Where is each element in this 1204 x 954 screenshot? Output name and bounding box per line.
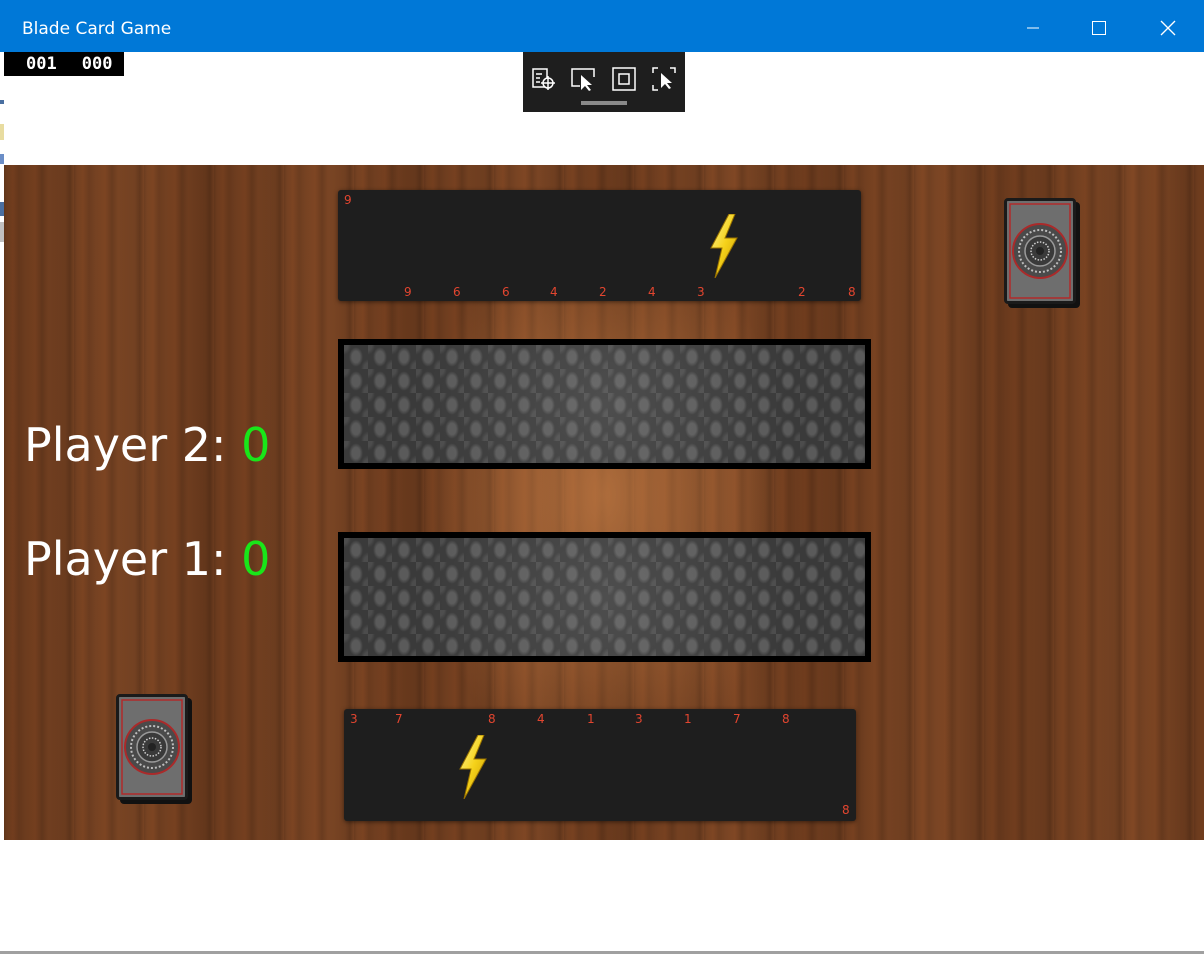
opponent-card[interactable]: 4	[550, 285, 558, 299]
live-visual-tree-button[interactable]	[529, 64, 559, 94]
player-hand[interactable]: 3 7 8 4 1 3 1 7 8 8	[344, 709, 856, 821]
opponent-card[interactable]: 3	[697, 285, 705, 299]
player-deck[interactable]	[116, 694, 192, 804]
display-layout-adorners-icon	[612, 67, 636, 91]
close-button[interactable]	[1135, 4, 1201, 52]
debug-toolbar[interactable]	[523, 52, 685, 112]
mandala-icon	[119, 697, 185, 797]
mandala-icon	[1007, 201, 1073, 301]
opponent-hand-corner-label: 9	[344, 193, 352, 207]
minimize-icon	[1027, 27, 1039, 29]
opponent-field-pattern	[344, 345, 865, 463]
lightning-bolt-icon[interactable]	[456, 735, 490, 799]
player2-score-value: 0	[241, 418, 271, 472]
track-focused-element-button[interactable]	[649, 64, 679, 94]
opponent-card[interactable]: 6	[502, 285, 510, 299]
toolbar-grip[interactable]	[581, 101, 627, 105]
select-element-icon	[571, 68, 595, 91]
select-element-button[interactable]	[568, 64, 598, 94]
player-card[interactable]: 1	[684, 712, 692, 726]
opponent-card[interactable]: 2	[599, 285, 607, 299]
player2-score: Player 2: 0	[24, 417, 270, 473]
player-field-pattern	[344, 538, 865, 656]
player-card[interactable]: 4	[537, 712, 545, 726]
opponent-deck[interactable]	[1004, 198, 1080, 308]
player1-score: Player 1: 0	[24, 531, 270, 587]
player-card[interactable]: 3	[350, 712, 358, 726]
player-card[interactable]: 7	[395, 712, 403, 726]
frame-counter-left: 001	[26, 54, 57, 74]
player-hand-corner-label: 8	[842, 803, 850, 817]
player-card[interactable]: 3	[635, 712, 643, 726]
opponent-field[interactable]	[338, 339, 871, 469]
player-field[interactable]	[338, 532, 871, 662]
card-back	[1004, 198, 1076, 304]
track-focused-element-icon	[652, 67, 676, 91]
close-icon	[1160, 20, 1176, 36]
player-card[interactable]: 1	[587, 712, 595, 726]
frame-rate-counter: 001 000	[4, 52, 124, 76]
maximize-icon	[1092, 21, 1106, 35]
player1-score-label: Player 1:	[24, 532, 227, 586]
frame-counter-right: 000	[81, 54, 113, 74]
maximize-button[interactable]	[1066, 4, 1132, 52]
opponent-card[interactable]: 2	[798, 285, 806, 299]
game-table: 9 9 6 6 4 2 4 3 2 8 3 7 8 4 1 3 1 7 8 8	[4, 165, 1204, 840]
window-title: Blade Card Game	[22, 19, 172, 39]
minimize-button[interactable]	[1000, 4, 1066, 52]
player-card[interactable]: 8	[782, 712, 790, 726]
lightning-bolt-icon[interactable]	[707, 214, 741, 278]
title-bar[interactable]: Blade Card Game	[0, 0, 1204, 52]
live-visual-tree-icon	[532, 68, 555, 90]
opponent-card[interactable]: 4	[648, 285, 656, 299]
opponent-hand[interactable]: 9 9 6 6 4 2 4 3 2 8	[338, 190, 861, 301]
player1-score-value: 0	[241, 532, 271, 586]
card-back	[116, 694, 188, 800]
display-layout-adorners-button[interactable]	[609, 64, 639, 94]
player-card[interactable]: 7	[733, 712, 741, 726]
opponent-card[interactable]: 8	[848, 285, 856, 299]
opponent-card[interactable]: 6	[453, 285, 461, 299]
opponent-card[interactable]: 9	[404, 285, 412, 299]
player2-score-label: Player 2:	[24, 418, 227, 472]
player-card[interactable]: 8	[488, 712, 496, 726]
